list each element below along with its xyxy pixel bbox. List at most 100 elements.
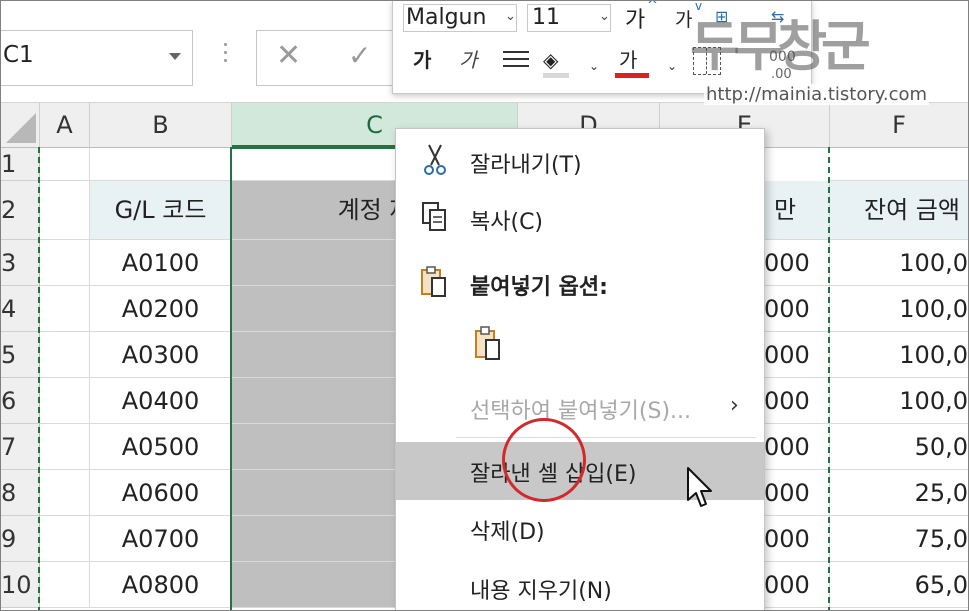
cell-e3[interactable]: 000 [764,240,830,286]
menu-item-paste-options: 붙여넣기 옵션: [396,255,764,311]
fill-color-button[interactable]: ◈ [543,45,569,78]
borders-button[interactable] [693,47,721,75]
font-name-box[interactable]: Malgun [403,4,517,32]
menu-item-paste-special[interactable]: 선택하여 붙여넣기(S)... › [396,379,764,435]
row-header-5[interactable]: 5 [0,332,40,378]
cell-a2[interactable] [40,181,90,240]
caret-up-icon: ^ [647,0,658,13]
cell-b1[interactable] [90,148,232,181]
cell-a7[interactable] [40,424,90,470]
menu-label-paste-options: 붙여넣기 옵션: [470,275,608,300]
grow-font-button[interactable]: 가 ^ [625,0,658,34]
cell-f8[interactable]: 25,0 [830,470,969,516]
cell-a3[interactable] [40,240,90,286]
menu-item-copy[interactable]: 복사(C) [396,190,764,246]
column-header-a[interactable]: A [40,103,90,148]
cell-b6[interactable]: A0400 [90,378,232,424]
shrink-font-glyph: 가 [675,9,693,31]
menu-label-delete: 삭제(D) [470,520,545,545]
menu-item-clear-contents[interactable]: 내용 지우기(N) [396,559,764,611]
wrap-icon[interactable]: ⇆ [771,7,784,26]
context-menu: 잘라내기(T) 복사(C) 붙여넣기 옵션: 선택하여 붙여넣기(S)... ›… [395,128,765,611]
cell-f3[interactable]: 100,0 [830,240,969,286]
italic-button[interactable]: 가 [459,45,477,75]
cell-f7[interactable]: 50,0 [830,424,969,470]
font-color-button[interactable]: 가 [615,45,649,78]
shrink-font-button[interactable]: 가v [675,0,702,32]
bold-button[interactable]: 가 [413,45,431,75]
menu-separator [456,437,756,438]
mini-toolbar: Malgun ⌄ 11 ⌄ 가 ^ 가v ⊞ ⇆ 가 가 ◈ ⌄ 가 ⌄ 000 … [392,0,812,94]
cell-a5[interactable] [40,332,90,378]
menu-item-cut[interactable]: 잘라내기(T) [396,133,764,189]
cell-b2[interactable]: G/L 코드 [90,181,232,240]
font-color-swatch [615,73,649,78]
cell-a8[interactable] [40,470,90,516]
cell-f5[interactable]: 100,0 [830,332,969,378]
chevron-down-icon[interactable]: ⌄ [599,9,610,24]
align-center-button[interactable] [503,51,529,72]
chevron-down-icon[interactable]: ⌄ [589,59,599,73]
cell-e10[interactable]: 000 [764,562,830,608]
enter-icon[interactable]: ✓ [348,36,371,76]
paste-option-button[interactable] [396,315,764,375]
cell-e6[interactable]: 000 [764,378,830,424]
cell-f2[interactable]: 잔여 금액 [830,181,969,240]
row-header-4[interactable]: 4 [0,286,40,332]
cell-a4[interactable] [40,286,90,332]
cell-e5[interactable]: 000 [764,332,830,378]
menu-label-copy: 복사(C) [470,210,544,235]
cell-a6[interactable] [40,378,90,424]
row-header-10[interactable]: 10 [0,562,40,608]
cell-a9[interactable] [40,516,90,562]
comma-style-label[interactable]: 000 [769,49,796,65]
cell-a1[interactable] [40,148,90,181]
cell-b3[interactable]: A0100 [90,240,232,286]
cell-b5[interactable]: A0300 [90,332,232,378]
column-header-b[interactable]: B [90,103,232,148]
cell-b7[interactable]: A0500 [90,424,232,470]
row-header-7[interactable]: 7 [0,424,40,470]
drag-handle-icon[interactable] [224,43,228,71]
row-header-3[interactable]: 3 [0,240,40,286]
name-box[interactable]: C1 [0,30,193,86]
column-header-f[interactable]: F [830,103,969,148]
menu-item-insert-cut-cells[interactable]: 잘라낸 셀 삽입(E) [396,442,764,500]
row-header-1[interactable]: 1 [0,148,40,181]
chevron-down-icon[interactable] [169,53,181,60]
cell-e9[interactable]: 000 [764,516,830,562]
cell-e4[interactable]: 000 [764,286,830,332]
menu-label-clear-contents: 내용 지우기(N) [470,579,612,604]
font-color-glyph: 가 [619,48,638,72]
cell-f4[interactable]: 100,0 [830,286,969,332]
name-box-value: C1 [3,42,34,68]
cell-f6[interactable]: 100,0 [830,378,969,424]
cell-e2[interactable]: 만 [764,181,830,240]
decimal-label[interactable]: .00 [771,67,792,82]
currency-icon[interactable]: ⊞ [715,7,728,26]
menu-label-paste-special: 선택하여 붙여넣기(S)... [470,399,692,424]
row-header-9[interactable]: 9 [0,516,40,562]
cell-b10[interactable]: A0800 [90,562,232,608]
row-header-6[interactable]: 6 [0,378,40,424]
select-all-button[interactable] [0,103,40,148]
clipboard-icon [420,265,450,299]
cell-f9[interactable]: 75,0 [830,516,969,562]
chevron-down-icon[interactable]: ⌄ [505,9,516,24]
row-header-8[interactable]: 8 [0,470,40,516]
cell-b4[interactable]: A0200 [90,286,232,332]
menu-item-delete[interactable]: 삭제(D) [396,500,764,556]
cancel-icon[interactable]: ✕ [276,36,301,76]
cell-f10[interactable]: 65,0 [830,562,969,608]
cell-e7[interactable]: 000 [764,424,830,470]
clipboard-paste-icon [474,325,504,360]
row-header-2[interactable]: 2 [0,181,40,240]
cell-f1[interactable] [830,148,969,181]
chevron-down-icon[interactable]: ⌄ [667,59,677,73]
cell-b8[interactable]: A0600 [90,470,232,516]
cell-e8[interactable]: 000 [764,470,830,516]
cell-b9[interactable]: A0700 [90,516,232,562]
font-size-value: 11 [532,5,560,30]
cell-a10[interactable] [40,562,90,608]
chevron-right-icon: › [730,393,739,418]
